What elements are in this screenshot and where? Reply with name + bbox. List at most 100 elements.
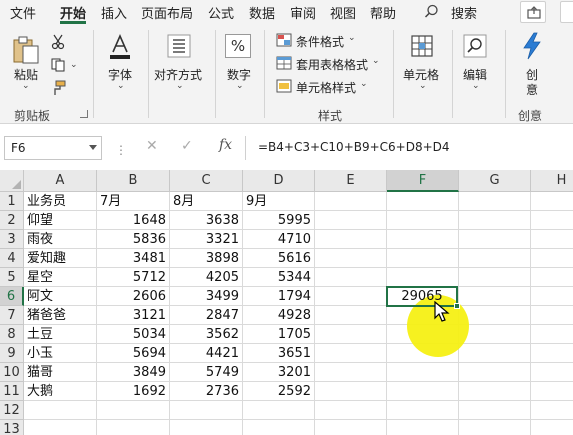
cell-G9[interactable] bbox=[459, 344, 531, 363]
row-header-13[interactable]: 13 bbox=[0, 420, 24, 435]
cell-E10[interactable] bbox=[315, 363, 387, 382]
cell-C8[interactable]: 3562 bbox=[170, 325, 243, 344]
copy-chevron-icon[interactable]: ⌄ bbox=[70, 60, 78, 70]
select-all-button[interactable] bbox=[0, 170, 24, 192]
format-painter-icon[interactable] bbox=[50, 80, 66, 96]
tab-page-layout[interactable]: 页面布局 bbox=[141, 3, 193, 22]
formula-input[interactable]: =B4+C3+C10+B9+C6+D8+D4 bbox=[245, 136, 573, 160]
cell-D2[interactable]: 5995 bbox=[243, 211, 315, 230]
cell-C11[interactable]: 2736 bbox=[170, 382, 243, 401]
cell-G2[interactable] bbox=[459, 211, 531, 230]
cell-G7[interactable] bbox=[459, 306, 531, 325]
tab-help[interactable]: 帮助 bbox=[370, 3, 396, 22]
cell-H8[interactable] bbox=[531, 325, 573, 344]
cell-E13[interactable] bbox=[315, 420, 387, 435]
cell-E1[interactable] bbox=[315, 192, 387, 211]
cell-B12[interactable] bbox=[97, 401, 170, 420]
row-header-3[interactable]: 3 bbox=[0, 230, 24, 249]
tab-insert[interactable]: 插入 bbox=[101, 3, 127, 22]
cell-B6[interactable]: 2606 bbox=[97, 287, 170, 306]
cell-B4[interactable]: 3481 bbox=[97, 249, 170, 268]
cell-E7[interactable] bbox=[315, 306, 387, 325]
cell-A3[interactable]: 雨夜 bbox=[24, 230, 97, 249]
cell-F5[interactable] bbox=[387, 268, 459, 287]
cell-E8[interactable] bbox=[315, 325, 387, 344]
cell-A2[interactable]: 仰望 bbox=[24, 211, 97, 230]
cell-G11[interactable] bbox=[459, 382, 531, 401]
cell-A11[interactable]: 大鹅 bbox=[24, 382, 97, 401]
cancel-entry-icon[interactable]: ✕ bbox=[146, 138, 158, 154]
cell-B10[interactable]: 3849 bbox=[97, 363, 170, 382]
cell-H5[interactable] bbox=[531, 268, 573, 287]
cell-E4[interactable] bbox=[315, 249, 387, 268]
cell-D9[interactable]: 3651 bbox=[243, 344, 315, 363]
tab-view[interactable]: 视图 bbox=[330, 3, 356, 22]
tab-review[interactable]: 审阅 bbox=[290, 3, 316, 22]
cell-D4[interactable]: 5616 bbox=[243, 249, 315, 268]
cell-C9[interactable]: 4421 bbox=[170, 344, 243, 363]
cell-G10[interactable] bbox=[459, 363, 531, 382]
search-icon[interactable] bbox=[424, 4, 439, 19]
cell-A12[interactable] bbox=[24, 401, 97, 420]
cell-E2[interactable] bbox=[315, 211, 387, 230]
cell-E3[interactable] bbox=[315, 230, 387, 249]
cell-H1[interactable] bbox=[531, 192, 573, 211]
cell-C7[interactable]: 2847 bbox=[170, 306, 243, 325]
tab-home[interactable]: 开始 bbox=[60, 3, 86, 22]
cell-D8[interactable]: 1705 bbox=[243, 325, 315, 344]
cell-D5[interactable]: 5344 bbox=[243, 268, 315, 287]
cell-E11[interactable] bbox=[315, 382, 387, 401]
cell-F1[interactable] bbox=[387, 192, 459, 211]
cell-C2[interactable]: 3638 bbox=[170, 211, 243, 230]
row-header-1[interactable]: 1 bbox=[0, 192, 24, 211]
cell-F13[interactable] bbox=[387, 420, 459, 435]
cell-G3[interactable] bbox=[459, 230, 531, 249]
cell-H7[interactable] bbox=[531, 306, 573, 325]
cell-H11[interactable] bbox=[531, 382, 573, 401]
cell-F10[interactable] bbox=[387, 363, 459, 382]
cell-H3[interactable] bbox=[531, 230, 573, 249]
cell-E9[interactable] bbox=[315, 344, 387, 363]
column-header-a[interactable]: A bbox=[24, 170, 97, 192]
cell-C5[interactable]: 4205 bbox=[170, 268, 243, 287]
comments-button[interactable] bbox=[560, 1, 573, 23]
cell-B3[interactable]: 5836 bbox=[97, 230, 170, 249]
cell-C10[interactable]: 5749 bbox=[170, 363, 243, 382]
copy-icon[interactable] bbox=[51, 58, 67, 72]
row-header-6[interactable]: 6 bbox=[0, 287, 24, 306]
column-header-e[interactable]: E bbox=[315, 170, 387, 192]
tab-data[interactable]: 数据 bbox=[249, 3, 275, 22]
cell-D7[interactable]: 4928 bbox=[243, 306, 315, 325]
cell-A10[interactable]: 猫哥 bbox=[24, 363, 97, 382]
column-header-c[interactable]: C bbox=[170, 170, 243, 192]
cell-E12[interactable] bbox=[315, 401, 387, 420]
column-header-d[interactable]: D bbox=[243, 170, 315, 192]
cell-D11[interactable]: 2592 bbox=[243, 382, 315, 401]
cell-A1[interactable]: 业务员 bbox=[24, 192, 97, 211]
cell-F11[interactable] bbox=[387, 382, 459, 401]
cell-C4[interactable]: 3898 bbox=[170, 249, 243, 268]
cell-C1[interactable]: 8月 bbox=[170, 192, 243, 211]
cell-B5[interactable]: 5712 bbox=[97, 268, 170, 287]
column-header-f[interactable]: F bbox=[387, 170, 459, 192]
cell-G12[interactable] bbox=[459, 401, 531, 420]
clipboard-launcher-icon[interactable] bbox=[80, 110, 88, 118]
cell-G1[interactable] bbox=[459, 192, 531, 211]
cell-H12[interactable] bbox=[531, 401, 573, 420]
cell-H4[interactable] bbox=[531, 249, 573, 268]
cell-H6[interactable] bbox=[531, 287, 573, 306]
column-header-g[interactable]: G bbox=[459, 170, 531, 192]
row-header-7[interactable]: 7 bbox=[0, 306, 24, 325]
cell-G8[interactable] bbox=[459, 325, 531, 344]
cell-A13[interactable] bbox=[24, 420, 97, 435]
cell-B2[interactable]: 1648 bbox=[97, 211, 170, 230]
cell-C12[interactable] bbox=[170, 401, 243, 420]
cell-H2[interactable] bbox=[531, 211, 573, 230]
cell-D3[interactable]: 4710 bbox=[243, 230, 315, 249]
cell-H9[interactable] bbox=[531, 344, 573, 363]
row-header-10[interactable]: 10 bbox=[0, 363, 24, 382]
cell-A7[interactable]: 猪爸爸 bbox=[24, 306, 97, 325]
cell-C3[interactable]: 3321 bbox=[170, 230, 243, 249]
cell-B11[interactable]: 1692 bbox=[97, 382, 170, 401]
cell-G13[interactable] bbox=[459, 420, 531, 435]
